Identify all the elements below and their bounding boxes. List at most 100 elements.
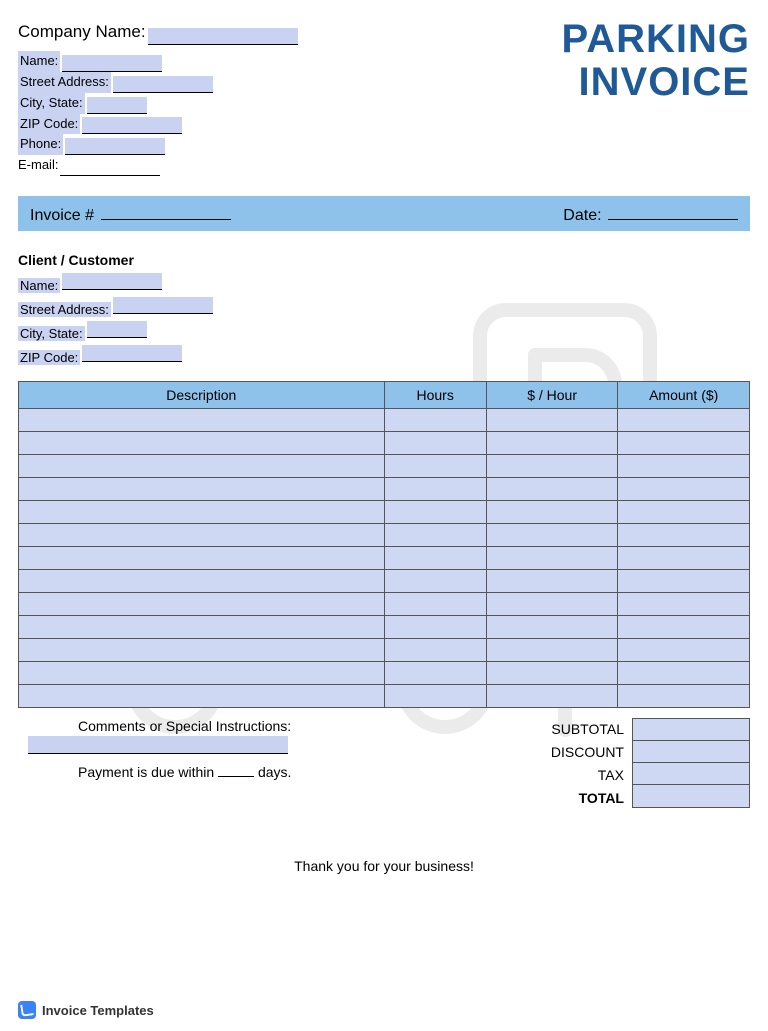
table-row (19, 546, 750, 569)
subtotal-value[interactable] (633, 719, 749, 741)
city-state-label: City, State: (18, 93, 85, 114)
table-cell[interactable] (19, 500, 385, 523)
email-label: E-mail: (18, 155, 58, 176)
tax-value[interactable] (633, 763, 749, 785)
col-hours: Hours (384, 381, 486, 408)
table-cell[interactable] (618, 500, 750, 523)
client-city-state-label: City, State: (18, 326, 85, 341)
table-cell[interactable] (618, 523, 750, 546)
table-cell[interactable] (19, 408, 385, 431)
invoice-title: PARKING INVOICE (562, 18, 750, 104)
table-cell[interactable] (486, 661, 618, 684)
comments-input[interactable] (28, 736, 288, 754)
table-cell[interactable] (486, 684, 618, 707)
table-row (19, 431, 750, 454)
table-cell[interactable] (486, 477, 618, 500)
company-name-input[interactable] (148, 28, 298, 45)
table-cell[interactable] (384, 523, 486, 546)
table-cell[interactable] (19, 661, 385, 684)
discount-label: DISCOUNT (551, 741, 624, 764)
client-city-state-input[interactable] (87, 321, 147, 338)
table-cell[interactable] (384, 592, 486, 615)
invoice-number-input[interactable] (101, 202, 231, 220)
table-row (19, 615, 750, 638)
table-cell[interactable] (384, 546, 486, 569)
table-cell[interactable] (19, 684, 385, 707)
client-block: Client / Customer Name: Street Address: … (18, 249, 750, 369)
brand-text: Invoice Templates (42, 1003, 154, 1018)
table-cell[interactable] (618, 408, 750, 431)
email-input[interactable] (60, 159, 160, 176)
table-cell[interactable] (618, 546, 750, 569)
table-cell[interactable] (19, 431, 385, 454)
client-street-label: Street Address: (18, 302, 111, 317)
table-cell[interactable] (618, 431, 750, 454)
table-cell[interactable] (618, 569, 750, 592)
table-cell[interactable] (618, 454, 750, 477)
client-name-label: Name: (18, 278, 60, 293)
table-cell[interactable] (384, 684, 486, 707)
table-row (19, 408, 750, 431)
table-cell[interactable] (486, 454, 618, 477)
invoice-number-label: Invoice # (30, 207, 94, 224)
table-row (19, 523, 750, 546)
phone-input[interactable] (65, 138, 165, 155)
total-value[interactable] (633, 785, 749, 807)
table-cell[interactable] (618, 592, 750, 615)
table-cell[interactable] (486, 615, 618, 638)
name-label: Name: (18, 51, 60, 72)
table-cell[interactable] (618, 638, 750, 661)
table-cell[interactable] (486, 569, 618, 592)
table-cell[interactable] (486, 523, 618, 546)
totals-boxes (632, 718, 750, 808)
table-cell[interactable] (618, 661, 750, 684)
table-row (19, 569, 750, 592)
payment-days-input[interactable] (218, 762, 254, 777)
table-cell[interactable] (19, 523, 385, 546)
comments-label: Comments or Special Instructions: (78, 718, 551, 734)
table-cell[interactable] (384, 569, 486, 592)
table-cell[interactable] (384, 454, 486, 477)
table-cell[interactable] (486, 592, 618, 615)
zip-input[interactable] (82, 117, 182, 134)
table-cell[interactable] (384, 408, 486, 431)
total-label: TOTAL (551, 787, 624, 810)
table-cell[interactable] (384, 477, 486, 500)
table-cell[interactable] (486, 546, 618, 569)
table-row (19, 684, 750, 707)
city-state-input[interactable] (87, 97, 147, 114)
table-cell[interactable] (384, 615, 486, 638)
table-cell[interactable] (19, 615, 385, 638)
table-cell[interactable] (19, 569, 385, 592)
table-cell[interactable] (19, 454, 385, 477)
table-cell[interactable] (486, 500, 618, 523)
col-description: Description (19, 381, 385, 408)
discount-value[interactable] (633, 741, 749, 763)
table-cell[interactable] (19, 546, 385, 569)
street-label: Street Address: (18, 72, 111, 93)
client-name-input[interactable] (62, 273, 162, 290)
street-input[interactable] (113, 76, 213, 93)
tax-label: TAX (551, 764, 624, 787)
table-cell[interactable] (618, 684, 750, 707)
table-cell[interactable] (486, 431, 618, 454)
table-cell[interactable] (19, 477, 385, 500)
client-zip-input[interactable] (82, 345, 182, 362)
name-input[interactable] (62, 55, 162, 72)
invoice-bar: Invoice # Date: (18, 196, 750, 231)
table-cell[interactable] (19, 592, 385, 615)
table-cell[interactable] (486, 408, 618, 431)
table-cell[interactable] (384, 661, 486, 684)
table-cell[interactable] (384, 431, 486, 454)
table-cell[interactable] (384, 500, 486, 523)
comments-block: Comments or Special Instructions: Paymen… (18, 718, 551, 780)
table-row (19, 592, 750, 615)
table-cell[interactable] (486, 638, 618, 661)
table-cell[interactable] (384, 638, 486, 661)
table-cell[interactable] (19, 638, 385, 661)
table-cell[interactable] (618, 477, 750, 500)
table-cell[interactable] (618, 615, 750, 638)
invoice-date-input[interactable] (608, 202, 738, 220)
payment-suffix: days. (258, 764, 291, 780)
client-street-input[interactable] (113, 297, 213, 314)
